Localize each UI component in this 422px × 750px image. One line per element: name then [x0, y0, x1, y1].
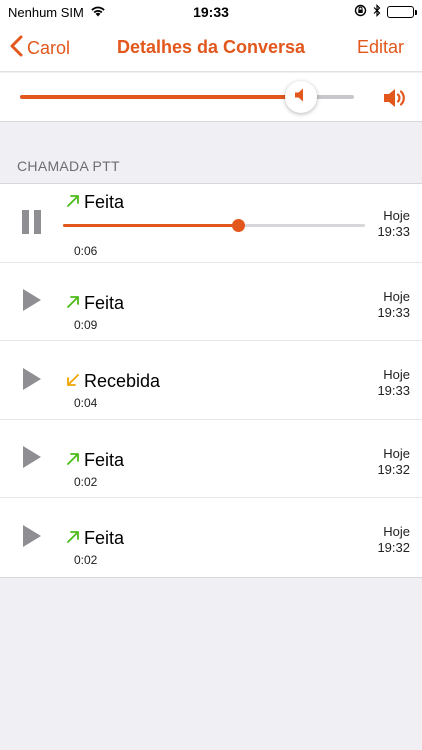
volume-slider[interactable]: [20, 81, 354, 113]
volume-slider-thumb[interactable]: [284, 81, 317, 113]
call-row[interactable]: Feita 0:06 Hoje 19:33: [0, 184, 422, 263]
playback-progress-fill: [63, 224, 239, 227]
playback-thumb[interactable]: [232, 219, 246, 232]
rotation-lock-icon: [354, 4, 367, 20]
play-icon: [21, 445, 43, 474]
call-type: Recebida: [84, 371, 161, 391]
back-button[interactable]: Carol: [10, 34, 70, 62]
call-label: Feita: [66, 450, 124, 471]
call-time: 19:33: [377, 383, 410, 398]
call-type: Feita: [84, 449, 125, 470]
call-duration: 0:02: [74, 474, 98, 489]
call-time: 19:33: [377, 304, 410, 320]
wifi-icon: [90, 5, 106, 20]
status-left: Nenhum SIM: [8, 5, 106, 20]
edit-button[interactable]: Editar: [357, 37, 404, 58]
outgoing-arrow-icon: [66, 528, 80, 549]
call-label: Feita: [66, 192, 124, 213]
call-day: Hoje: [383, 288, 410, 304]
call-row[interactable]: Feita 0:02 Hoje 19:32: [0, 498, 422, 577]
call-row[interactable]: Feita 0:02 Hoje 19:32: [0, 420, 422, 498]
call-timestamp: Hoje 19:32: [377, 524, 410, 556]
call-label: Feita: [66, 293, 124, 314]
play-icon: [21, 367, 43, 396]
call-time: 19:32: [377, 461, 410, 477]
carrier-label: Nenhum SIM: [8, 4, 84, 20]
status-bar: Nenhum SIM 19:33: [0, 0, 422, 24]
back-label: Carol: [27, 37, 71, 58]
call-timestamp: Hoje 19:32: [377, 446, 410, 478]
playback-slider[interactable]: [63, 219, 365, 232]
call-type: Feita: [84, 192, 125, 212]
call-timestamp: Hoje 19:33: [377, 289, 410, 321]
outgoing-arrow-icon: [66, 293, 80, 314]
call-day: Hoje: [383, 208, 410, 223]
speaker-high-icon: [382, 85, 408, 111]
call-label: Feita: [66, 528, 124, 549]
call-time: 19:33: [377, 224, 410, 239]
volume-control: [0, 73, 422, 122]
call-day: Hoje: [383, 524, 410, 539]
call-type: Feita: [84, 528, 125, 548]
pause-icon: [21, 209, 43, 240]
outgoing-arrow-icon: [66, 192, 80, 213]
section-header: CHAMADA PTT: [17, 158, 120, 174]
call-row[interactable]: Recebida 0:04 Hoje 19:33: [0, 341, 422, 420]
play-icon: [21, 288, 43, 317]
volume-slider-fill: [20, 95, 301, 99]
bluetooth-icon: [373, 4, 381, 20]
call-duration: 0:04: [74, 396, 98, 410]
play-button[interactable]: [14, 363, 50, 399]
chevron-left-icon: [10, 35, 23, 62]
call-list: Feita 0:06 Hoje 19:33 Feita 0:09 Hoje 19:33 Rece…: [0, 183, 422, 578]
call-time: 19:32: [377, 540, 410, 555]
incoming-arrow-icon: [66, 371, 80, 392]
play-button[interactable]: [14, 520, 50, 556]
call-duration: 0:02: [74, 553, 98, 567]
call-timestamp: Hoje 19:33: [377, 367, 410, 399]
battery-icon: [387, 6, 417, 18]
play-button[interactable]: [14, 285, 50, 321]
play-button[interactable]: [14, 442, 50, 478]
call-type: Feita: [84, 292, 125, 313]
navigation-bar: Carol Detalhes da Conversa Editar: [0, 24, 422, 72]
status-right: [354, 4, 417, 20]
call-label: Recebida: [66, 371, 160, 392]
speaker-low-icon: [294, 87, 308, 108]
call-timestamp: Hoje 19:33: [377, 208, 410, 240]
call-duration: 0:06: [74, 244, 98, 258]
call-row[interactable]: Feita 0:09 Hoje 19:33: [0, 263, 422, 341]
play-icon: [21, 524, 43, 553]
pause-button[interactable]: [14, 206, 50, 242]
call-day: Hoje: [383, 445, 410, 461]
call-duration: 0:09: [74, 317, 98, 332]
outgoing-arrow-icon: [66, 450, 80, 471]
call-day: Hoje: [383, 367, 410, 382]
